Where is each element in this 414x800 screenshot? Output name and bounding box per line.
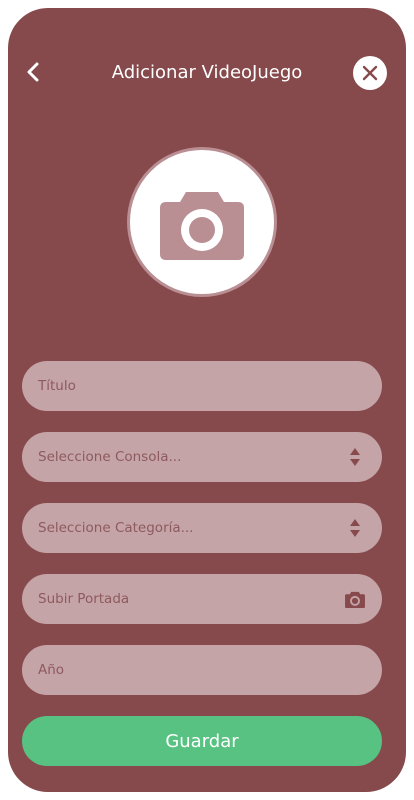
- save-button[interactable]: Guardar: [22, 716, 382, 766]
- sort-arrows-icon: [344, 446, 366, 468]
- category-placeholder: Seleccione Categoría...: [38, 520, 194, 536]
- app-screen: Adicionar VideoJuego Título Seleccione C…: [8, 8, 406, 792]
- upload-cover-field[interactable]: Subir Portada: [22, 574, 382, 624]
- sort-arrows-icon: [344, 517, 366, 539]
- console-select[interactable]: Seleccione Consola...: [22, 432, 382, 482]
- page-title: Adicionar VideoJuego: [111, 62, 303, 83]
- year-field[interactable]: Año: [22, 645, 382, 695]
- camera-icon[interactable]: [344, 588, 366, 610]
- close-button[interactable]: [353, 56, 387, 90]
- title-placeholder: Título: [38, 378, 76, 394]
- close-icon: [362, 65, 378, 81]
- year-placeholder: Año: [38, 662, 65, 678]
- category-select[interactable]: Seleccione Categoría...: [22, 503, 382, 553]
- chevron-left-icon: [27, 62, 39, 82]
- cover-preview[interactable]: [127, 147, 277, 297]
- console-placeholder: Seleccione Consola...: [38, 449, 182, 465]
- upload-cover-placeholder: Subir Portada: [38, 591, 130, 607]
- back-button[interactable]: [24, 60, 44, 84]
- camera-icon: [160, 192, 244, 260]
- title-field[interactable]: Título: [22, 361, 382, 411]
